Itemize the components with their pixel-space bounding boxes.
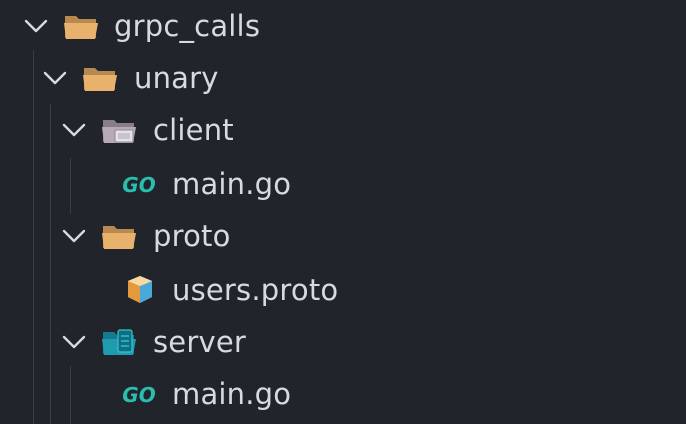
client-folder-icon [102,120,136,143]
chevron-down-icon[interactable] [23,13,49,39]
tree-item-label: main.go [172,377,292,411]
tree-item-proto[interactable]: proto [0,210,686,263]
svg-text:GO: GO [122,383,155,407]
tree-item-label: users.proto [172,273,339,307]
tree-item-label: grpc_calls [114,9,261,43]
go-file-icon: GO [122,383,155,407]
tree-item-label: proto [153,219,231,253]
tree-item-unary[interactable]: unary [0,52,686,105]
chevron-down-icon[interactable] [61,117,87,143]
svg-text:GO: GO [122,173,155,197]
folder-open-icon [83,68,117,91]
file-explorer-tree: grpc_calls unary client GO main.go proto… [0,0,686,424]
chevron-down-icon[interactable] [42,65,68,91]
tree-item-server[interactable]: server [0,316,686,369]
tree-item-grpc-calls[interactable]: grpc_calls [0,0,686,53]
tree-item-main-go[interactable]: GO main.go [0,158,686,211]
tree-item-label: unary [134,61,219,95]
tree-item-users-proto[interactable]: users.proto [0,264,686,317]
proto-file-icon [128,276,152,303]
tree-item-label: client [153,113,234,147]
tree-item-main-go[interactable]: GO main.go [0,368,686,421]
chevron-down-icon[interactable] [61,329,87,355]
server-folder-icon [102,329,136,355]
chevron-down-icon[interactable] [61,223,87,249]
go-file-icon: GO [122,173,155,197]
tree-item-client[interactable]: client [0,104,686,157]
folder-open-icon [64,16,98,39]
tree-item-label: main.go [172,167,292,201]
tree-item-label: server [153,325,247,359]
folder-open-icon [102,226,136,249]
